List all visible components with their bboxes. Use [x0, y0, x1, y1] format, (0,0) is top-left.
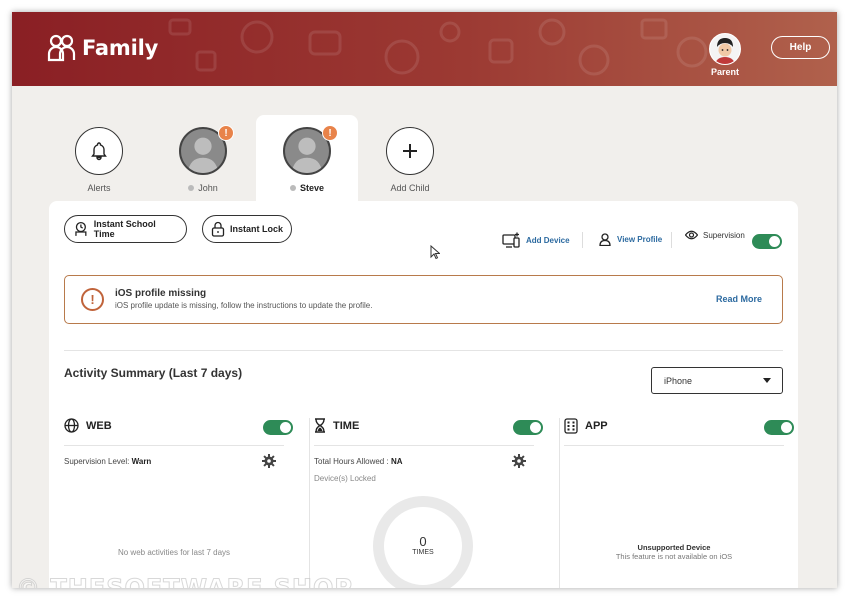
instant-school-time-label: Instant School Time — [93, 219, 156, 239]
status-dot — [188, 185, 195, 191]
alert-message: iOS profile update is missing, follow th… — [115, 301, 373, 310]
view-profile-link[interactable]: View Profile — [599, 233, 662, 246]
web-card: WEB Supervision Level: Warn No web activ… — [64, 418, 284, 588]
add-device-label: Add Device — [526, 235, 570, 245]
help-button[interactable]: Help — [771, 36, 830, 59]
add-device-icon — [502, 232, 520, 248]
time-toggle[interactable] — [513, 420, 543, 435]
tab-label: Steve — [256, 183, 358, 193]
app-window: Family Parent Help Alerts ! John ! Steve… — [12, 12, 837, 588]
exclamation-icon: ! — [81, 288, 104, 311]
section-divider — [64, 350, 783, 351]
app-toggle[interactable] — [764, 420, 794, 435]
supervision-control: Supervision — [685, 230, 745, 240]
tab-child-john[interactable]: ! John — [152, 115, 254, 203]
tab-label: John — [152, 183, 254, 193]
mouse-cursor-icon — [430, 245, 440, 260]
user-icon — [599, 233, 611, 246]
lock-icon — [211, 221, 225, 237]
instant-lock-button[interactable]: Instant Lock — [202, 215, 292, 243]
supervision-level: Supervision Level: Warn — [64, 457, 151, 466]
time-card: TIME Total Hours Allowed : NA Device(s) … — [314, 418, 534, 588]
alert-badge: ! — [322, 125, 338, 141]
instant-school-time-button[interactable]: Instant School Time — [64, 215, 187, 243]
family-icon — [47, 34, 76, 62]
supervision-level-value: Warn — [131, 457, 152, 466]
parent-profile[interactable]: Parent — [705, 33, 745, 77]
web-title: WEB — [86, 419, 112, 432]
alerts-circle — [75, 127, 123, 175]
time-header: TIME — [314, 418, 359, 433]
web-header: WEB — [64, 418, 112, 433]
supervision-label: Supervision — [703, 230, 745, 240]
app-header: APP — [564, 418, 608, 434]
devices-locked-label: Device(s) Locked — [314, 474, 376, 483]
unsupported-title: Unsupported Device — [637, 543, 711, 552]
app-grid-icon — [564, 418, 578, 434]
gauge-unit: TIMES — [412, 549, 434, 556]
view-profile-label: View Profile — [617, 235, 663, 244]
alert-badge: ! — [218, 125, 234, 141]
plus-icon — [403, 144, 417, 158]
parent-avatar-icon — [710, 34, 740, 64]
alert-title: iOS profile missing — [115, 288, 207, 299]
caret-down-icon — [763, 378, 771, 383]
gauge-value: 0 — [419, 534, 427, 549]
globe-icon — [64, 418, 79, 433]
add-child-circle — [386, 127, 434, 175]
column-divider — [309, 418, 310, 588]
bell-icon — [91, 142, 107, 161]
tab-label: Add Child — [390, 183, 430, 193]
unsupported-message: This feature is not available on iOS — [615, 552, 733, 561]
card-divider — [314, 445, 534, 446]
device-select[interactable]: iPhone — [651, 367, 783, 394]
total-hours-label: Total Hours Allowed : — [314, 457, 389, 466]
device-select-value: iPhone — [664, 375, 693, 386]
watermark: © THESOFTWARE.SHOP — [16, 574, 353, 589]
supervision-level-label: Supervision Level: — [64, 457, 130, 466]
parent-label: Parent — [710, 67, 739, 77]
time-title: TIME — [333, 419, 360, 432]
column-divider — [559, 418, 560, 588]
gear-icon[interactable] — [512, 454, 526, 468]
total-hours-allowed: Total Hours Allowed : NA — [314, 457, 403, 466]
total-hours-value: NA — [390, 457, 403, 466]
web-toggle[interactable] — [263, 420, 293, 435]
web-empty-message: No web activities for last 7 days — [117, 548, 231, 557]
toolbar-divider — [582, 232, 583, 248]
ios-profile-alert: ! iOS profile missing iOS profile update… — [64, 275, 783, 324]
read-more-link[interactable]: Read More — [716, 294, 762, 304]
tab-label-text: Steve — [299, 183, 325, 193]
app-title: APP — [585, 420, 608, 432]
tab-label: Alerts — [87, 183, 111, 193]
header-bar: Family Parent Help — [12, 12, 837, 86]
tab-add-child[interactable]: Add Child — [359, 115, 461, 203]
hourglass-icon — [315, 418, 325, 433]
gear-icon[interactable] — [262, 454, 276, 468]
card-divider — [64, 445, 284, 446]
supervision-toggle[interactable] — [752, 234, 782, 249]
card-divider — [564, 445, 784, 446]
instant-lock-label: Instant Lock — [230, 224, 284, 234]
school-clock-icon — [75, 221, 87, 236]
app-title: Family — [82, 36, 159, 60]
child-dashboard-panel: Instant School Time Instant Lock Add Dev… — [49, 201, 798, 588]
tab-alerts[interactable]: Alerts — [48, 115, 150, 203]
eye-icon — [685, 230, 698, 240]
tab-child-steve[interactable]: ! Steve — [256, 115, 358, 207]
status-dot — [289, 185, 296, 191]
tab-label-text: John — [198, 183, 218, 193]
add-device-link[interactable]: Add Device — [502, 232, 570, 248]
toolbar-divider — [671, 232, 672, 248]
app-logo[interactable]: Family — [46, 34, 158, 62]
activity-summary-title: Activity Summary (Last 7 days) — [64, 366, 243, 380]
parent-avatar — [709, 33, 741, 65]
app-card: APP Unsupported Device This feature is n… — [564, 418, 784, 588]
